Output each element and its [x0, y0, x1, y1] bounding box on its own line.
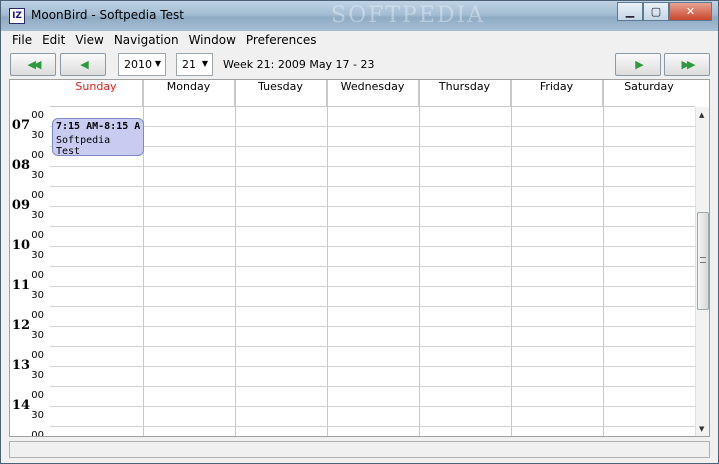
minute-label: 00 — [31, 110, 44, 121]
day-column-divider — [511, 80, 512, 436]
time-slot-divider — [50, 406, 695, 407]
event-time: 7:15 AM-8:15 A — [56, 121, 141, 132]
chevron-down-icon: ▼ — [201, 59, 208, 68]
hour-label: 13 — [11, 358, 30, 373]
day-header-monday: Monday — [143, 80, 235, 106]
app-icon: IZ — [9, 8, 25, 24]
day-header-wednesday: Wednesday — [327, 80, 419, 106]
calendar-event[interactable]: 7:15 AM-8:15 A Softpedia Test — [52, 118, 144, 156]
menu-preferences[interactable]: Preferences — [241, 31, 322, 51]
minute-label: 30 — [31, 330, 44, 341]
time-slot-divider — [50, 206, 695, 207]
day-column-divider — [327, 80, 328, 436]
close-button[interactable]: ✕ — [669, 2, 712, 21]
menu-edit[interactable]: Edit — [37, 31, 70, 51]
hour-label: 09 — [11, 198, 30, 213]
week-value: 21 — [182, 58, 196, 71]
week-range-label: Week 21: 2009 May 17 - 23 — [223, 58, 375, 71]
year-select[interactable]: 2010 ▼ — [118, 53, 166, 76]
time-slot-divider — [50, 386, 695, 387]
minute-label: 30 — [31, 210, 44, 221]
day-column-divider — [603, 80, 604, 436]
day-header-saturday: Saturday — [624, 80, 674, 93]
chevron-down-icon: ▼ — [154, 59, 161, 68]
time-slot-divider — [50, 306, 695, 307]
week-select[interactable]: 21 ▼ — [176, 53, 213, 76]
time-slot-divider — [50, 226, 695, 227]
menu-view[interactable]: View — [70, 31, 108, 51]
previous-year-button[interactable]: ◀◀ — [10, 53, 56, 76]
event-title: Softpedia Test — [56, 135, 111, 156]
grip-icon — [700, 257, 706, 263]
next-week-button[interactable]: ▶ — [615, 53, 661, 76]
time-slot-divider — [50, 246, 695, 247]
previous-week-button[interactable]: ◀ — [60, 53, 106, 76]
minute-label: 30 — [31, 410, 44, 421]
minute-label: 30 — [31, 290, 44, 301]
minimize-icon: ▁ — [625, 5, 635, 18]
hour-label: 14 — [11, 398, 30, 413]
minute-label: 30 — [31, 130, 44, 141]
title-bar[interactable]: IZ MoonBird - Softpedia Test SOFTPEDIA ▁… — [1, 1, 718, 31]
time-slot-divider — [50, 326, 695, 327]
hour-label: 10 — [11, 238, 30, 253]
scroll-up-icon[interactable]: ▲ — [699, 111, 704, 119]
time-slot-divider — [50, 346, 695, 347]
day-header-friday: Friday — [511, 80, 603, 106]
day-header-tuesday: Tuesday — [235, 80, 327, 106]
menu-file[interactable]: File — [7, 31, 37, 51]
scroll-down-icon[interactable]: ▼ — [699, 425, 704, 433]
time-slot-divider — [50, 266, 695, 267]
day-column-divider — [235, 80, 236, 436]
left-arrow-icon: ◀ — [80, 58, 89, 71]
header-divider — [50, 106, 695, 107]
year-value: 2010 — [124, 58, 152, 71]
window-title: MoonBird - Softpedia Test — [31, 8, 184, 22]
minute-label: 00 — [31, 430, 44, 437]
week-calendar: Sunday Monday Tuesday Wednesday Thursday… — [9, 79, 710, 437]
minute-label: 00 — [31, 150, 44, 161]
menu-window[interactable]: Window — [184, 31, 241, 51]
hour-label: 07 — [11, 118, 30, 133]
time-slot-divider — [50, 366, 695, 367]
minute-label: 00 — [31, 230, 44, 241]
double-left-arrow-icon: ◀◀ — [27, 58, 42, 71]
hour-label: 08 — [11, 158, 30, 173]
hour-label: 12 — [11, 318, 30, 333]
day-header-sunday: Sunday — [50, 80, 143, 106]
minute-label: 00 — [31, 390, 44, 401]
maximize-icon: ▢ — [650, 5, 662, 18]
menu-bar: File Edit View Navigation Window Prefere… — [1, 31, 718, 51]
menu-navigation[interactable]: Navigation — [109, 31, 184, 51]
scroll-thumb[interactable] — [697, 212, 709, 310]
time-slot-divider — [50, 166, 695, 167]
minute-label: 00 — [31, 270, 44, 281]
window-controls: ▁ ▢ ✕ — [617, 2, 712, 21]
minute-label: 30 — [31, 250, 44, 261]
minute-label: 00 — [31, 310, 44, 321]
time-slot-divider — [50, 126, 695, 127]
hour-label: 11 — [11, 278, 30, 293]
time-slot-divider — [50, 146, 695, 147]
time-slot-divider — [50, 426, 695, 427]
right-arrow-icon: ▶ — [635, 58, 644, 71]
close-icon: ✕ — [685, 5, 696, 18]
maximize-button[interactable]: ▢ — [643, 2, 669, 21]
vertical-scrollbar[interactable]: ▲ ▼ — [695, 107, 709, 436]
app-window: IZ MoonBird - Softpedia Test SOFTPEDIA ▁… — [0, 0, 719, 464]
next-year-button[interactable]: ▶▶ — [664, 53, 710, 76]
toolbar: ◀◀ ◀ 2010 ▼ 21 ▼ Week 21: 2009 May 17 - … — [1, 51, 718, 79]
day-column-divider — [419, 80, 420, 436]
day-header-thursday: Thursday — [419, 80, 511, 106]
minute-label: 00 — [31, 190, 44, 201]
minute-label: 30 — [31, 170, 44, 181]
time-slot-divider — [50, 186, 695, 187]
minute-label: 30 — [31, 370, 44, 381]
watermark: SOFTPEDIA — [331, 3, 486, 28]
double-right-arrow-icon: ▶▶ — [681, 58, 696, 71]
minute-label: 00 — [31, 350, 44, 361]
time-slot-divider — [50, 286, 695, 287]
minimize-button[interactable]: ▁ — [617, 2, 643, 21]
status-bar — [9, 441, 710, 458]
